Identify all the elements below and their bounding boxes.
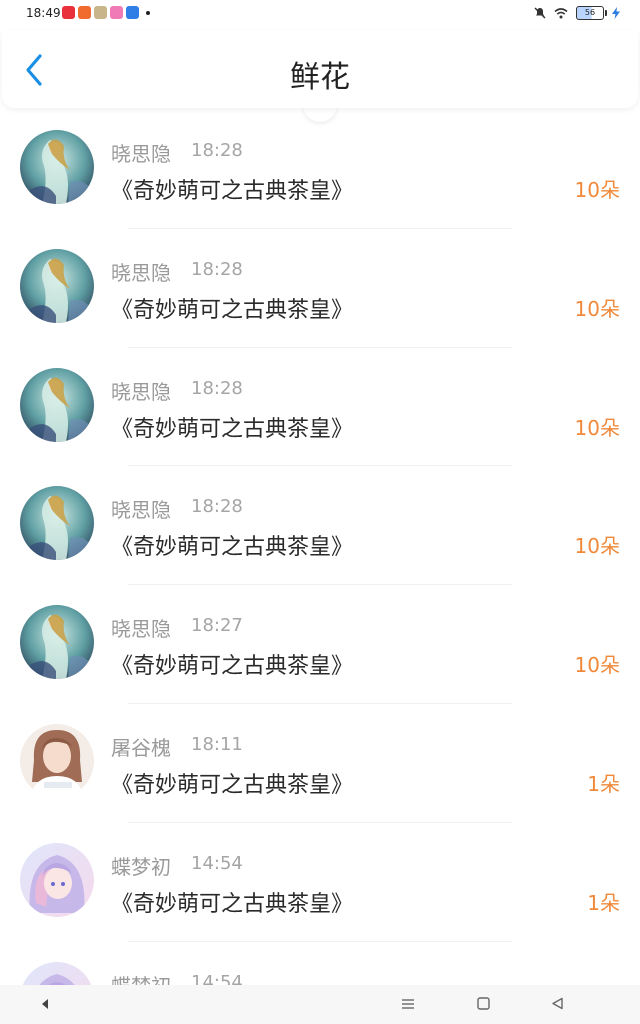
- gift-time: 18:28: [191, 140, 243, 161]
- book-title[interactable]: 《奇妙萌可之古典茶皇》: [111, 411, 353, 443]
- book-title[interactable]: 《奇妙萌可之古典茶皇》: [111, 648, 353, 680]
- gift-row[interactable]: 屠谷槐 18:11 《奇妙萌可之古典茶皇》 1朵: [0, 704, 640, 823]
- book-title[interactable]: 《奇妙萌可之古典茶皇》: [111, 529, 353, 561]
- gift-time: 14:54: [191, 852, 243, 874]
- page-title: 鲜花: [290, 60, 350, 95]
- avatar[interactable]: [20, 367, 94, 442]
- wifi-icon: [554, 7, 568, 18]
- flower-count: 1朵: [587, 771, 620, 796]
- app-notification-icon: [62, 6, 75, 19]
- gift-row[interactable]: 蝶梦初 14:54: [0, 942, 640, 985]
- avatar[interactable]: [20, 248, 94, 323]
- avatar[interactable]: [20, 130, 94, 204]
- gift-row[interactable]: 晓思隐 18:28 《奇妙萌可之古典茶皇》 10朵: [0, 110, 640, 229]
- gift-list: 晓思隐 18:28 《奇妙萌可之古典茶皇》 10朵 晓思隐 18:28 《奇妙萌可之古典茶皇…: [0, 110, 640, 985]
- sender-name[interactable]: 晓思隐: [111, 494, 171, 523]
- app-notification-icon: [94, 6, 107, 19]
- sender-name[interactable]: 晓思隐: [111, 138, 171, 167]
- charging-icon: [612, 7, 620, 19]
- flower-count: 1朵: [587, 890, 620, 915]
- app-notification-icon: [126, 6, 139, 19]
- triangle-left-icon: [42, 999, 48, 1009]
- flower-count: 10朵: [574, 415, 620, 440]
- menu-icon: [402, 999, 414, 1009]
- flower-count: 10朵: [574, 653, 620, 678]
- book-title[interactable]: 《奇妙萌可之古典茶皇》: [111, 886, 353, 918]
- mute-icon: [534, 7, 546, 19]
- sender-name[interactable]: 蝶梦初: [111, 851, 171, 880]
- gift-row[interactable]: 晓思隐 18:28 《奇妙萌可之古典茶皇》 10朵: [0, 466, 640, 586]
- app-notification-icon: [78, 6, 91, 19]
- app-notification-icon: [110, 6, 123, 19]
- square-home-icon: [477, 997, 490, 1010]
- book-title[interactable]: 《奇妙萌可之古典茶皇》: [111, 767, 353, 799]
- avatar[interactable]: [20, 842, 94, 917]
- gift-row[interactable]: 蝶梦初 14:54 《奇妙萌可之古典茶皇》 1朵: [0, 823, 640, 942]
- book-title[interactable]: 《奇妙萌可之古典茶皇》: [111, 173, 353, 205]
- gift-time: 18:27: [191, 615, 243, 637]
- status-bar: 18:49 56: [0, 0, 640, 28]
- gift-time: 18:28: [191, 377, 243, 399]
- gift-time: 14:54: [191, 971, 243, 985]
- avatar[interactable]: [20, 486, 94, 561]
- book-title[interactable]: 《奇妙萌可之古典茶皇》: [111, 292, 353, 324]
- gift-row[interactable]: 晓思隐 18:27 《奇妙萌可之古典茶皇》 10朵: [0, 585, 640, 704]
- header: 鲜花: [2, 30, 638, 108]
- screen: 18:49 56 鲜花 晓思隐 18:28 《奇妙萌可之古典茶皇》 10朵 晓思…: [0, 0, 640, 1024]
- gift-time: 18:28: [191, 258, 243, 280]
- nav-menu-button[interactable]: [401, 995, 415, 1014]
- avatar[interactable]: [20, 605, 94, 680]
- flower-count: 10朵: [574, 534, 620, 559]
- navigation-bar: [0, 985, 640, 1024]
- status-right: 56: [534, 6, 620, 20]
- gift-row[interactable]: 晓思隐 18:28 《奇妙萌可之古典茶皇》 10朵: [0, 348, 640, 467]
- nav-home-button[interactable]: [477, 995, 490, 1014]
- notification-icons: [62, 6, 150, 19]
- nav-back-button[interactable]: [551, 995, 564, 1014]
- nav-left-button[interactable]: [40, 995, 50, 1014]
- gift-time: 18:28: [191, 496, 243, 518]
- avatar[interactable]: [20, 961, 94, 985]
- avatar[interactable]: [20, 723, 94, 798]
- status-time: 18:49: [26, 6, 61, 20]
- battery-level: 56: [584, 8, 596, 17]
- gift-row[interactable]: 晓思隐 18:28 《奇妙萌可之古典茶皇》 10朵: [0, 229, 640, 348]
- battery-icon: 56: [576, 6, 607, 20]
- flower-count: 10朵: [574, 296, 620, 321]
- gift-time: 18:11: [191, 733, 243, 755]
- more-notifications-icon: [146, 10, 150, 15]
- sender-name[interactable]: 屠谷槐: [111, 732, 171, 761]
- sender-name[interactable]: 蝶梦初: [111, 970, 171, 985]
- triangle-back-icon: [552, 997, 563, 1010]
- sender-name[interactable]: 晓思隐: [111, 257, 171, 286]
- sender-name[interactable]: 晓思隐: [111, 376, 171, 405]
- sender-name[interactable]: 晓思隐: [111, 613, 171, 642]
- flower-count: 10朵: [574, 178, 620, 202]
